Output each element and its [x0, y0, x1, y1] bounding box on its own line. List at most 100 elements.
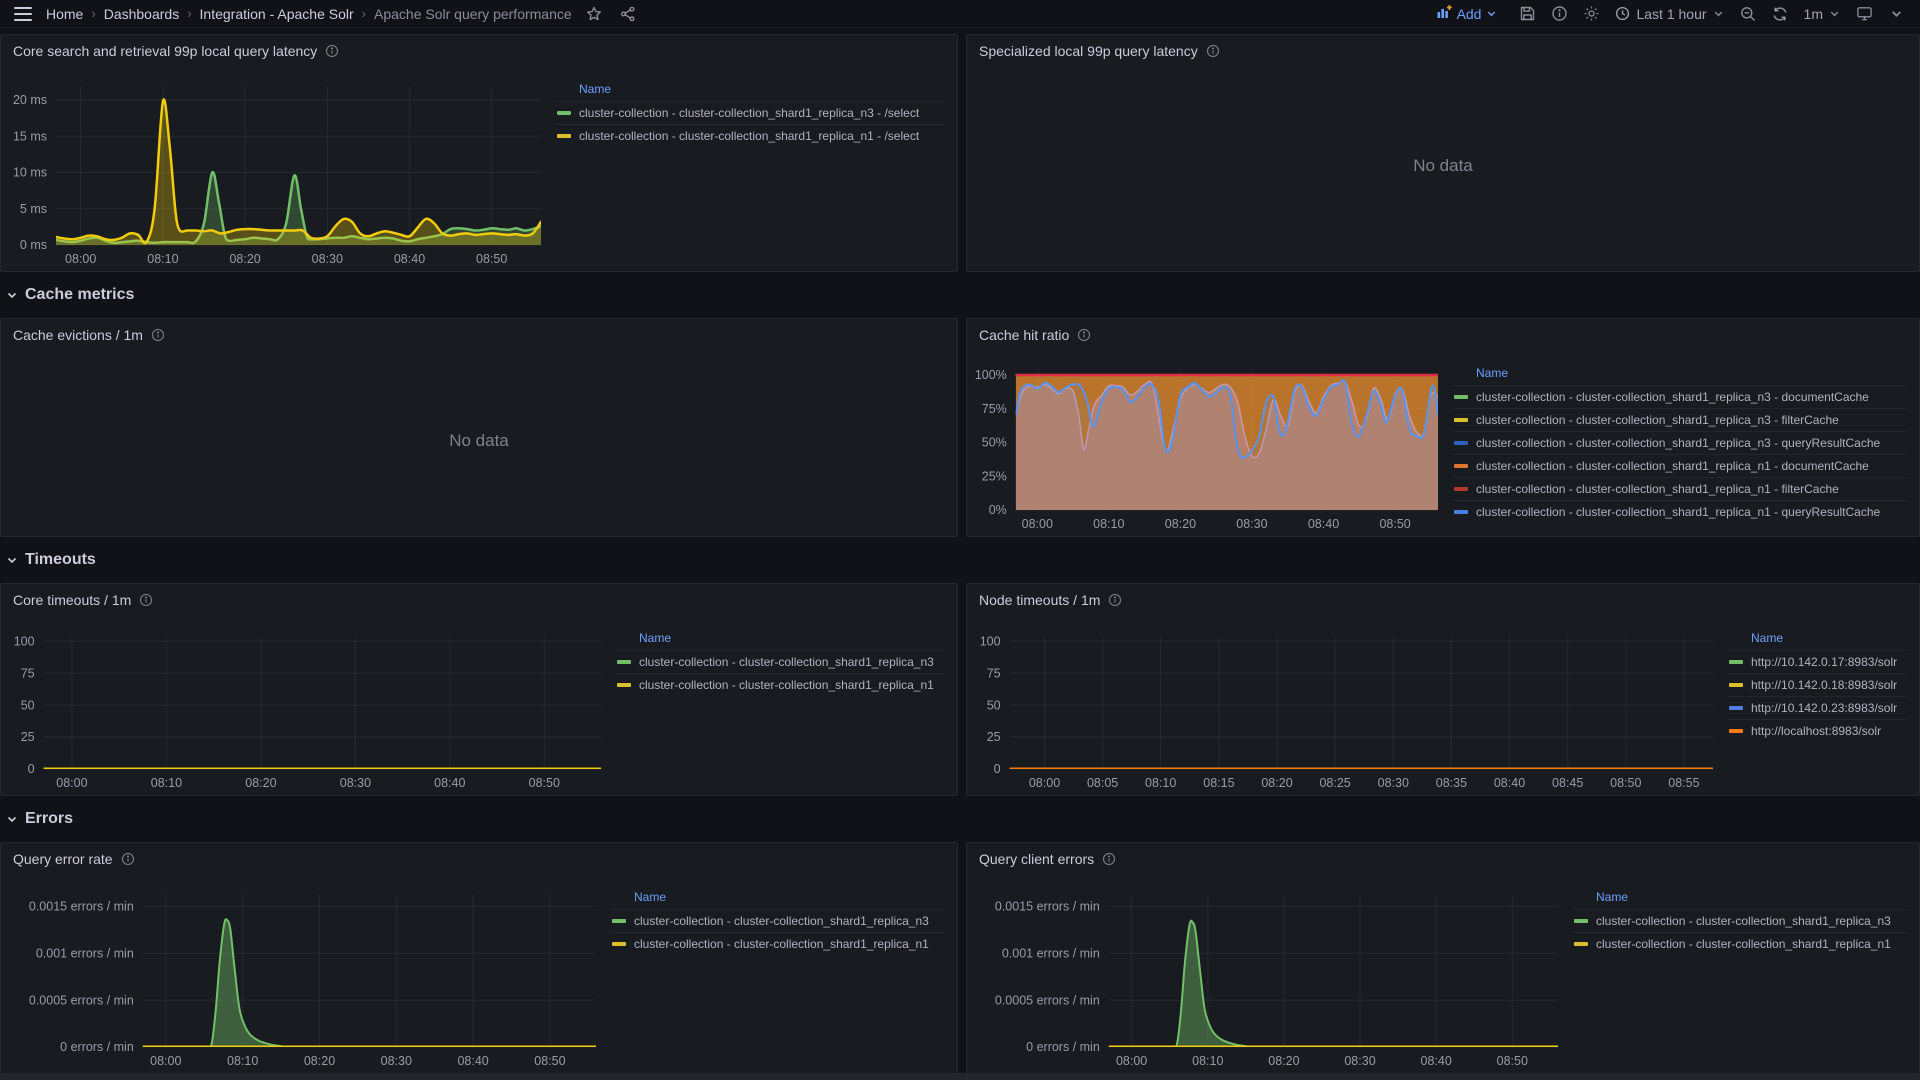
svg-text:08:00: 08:00 — [1116, 1054, 1147, 1068]
collapse-navbar-chevron-icon[interactable] — [1884, 2, 1908, 26]
panel-core-latency: Core search and retrieval 99p local quer… — [0, 34, 958, 272]
section-timeouts[interactable]: Timeouts — [6, 545, 1920, 575]
legend: Name cluster-collection - cluster-collec… — [549, 65, 949, 269]
panel-info-icon[interactable] — [151, 328, 165, 342]
node-timeouts-chart[interactable]: 0 25 50 75 100 08:00 08:05 08:10 08:15 08:20 08:25… — [975, 626, 1721, 793]
legend-item[interactable]: cluster-collection - cluster-collection_… — [555, 101, 945, 124]
breadcrumb-dashboards[interactable]: Dashboards — [104, 6, 180, 22]
refresh-interval-picker[interactable]: 1m — [1804, 6, 1840, 22]
section-cache-metrics[interactable]: Cache metrics — [6, 280, 1920, 310]
panel-title[interactable]: Cache evictions / 1m — [13, 327, 143, 343]
legend-item[interactable]: http://10.142.0.23:8983/solr — [1727, 696, 1907, 719]
save-dashboard-icon[interactable] — [1515, 2, 1539, 26]
legend-item[interactable]: http://localhost:8983/solr — [1727, 719, 1907, 742]
add-button[interactable]: Add — [1436, 4, 1498, 23]
core-timeouts-chart[interactable]: 0 25 50 75 100 08:00 08:10 08:20 08:30 08:40 08:50 — [9, 626, 609, 793]
query-error-rate-chart[interactable]: 0 errors / min 0.0005 errors / min 0.001 e… — [9, 885, 604, 1071]
legend-header[interactable]: Name — [1572, 887, 1907, 909]
legend-header[interactable]: Name — [615, 628, 945, 650]
svg-text:100%: 100% — [975, 368, 1007, 382]
legend-item[interactable]: cluster-collection - cluster-collection_… — [1572, 932, 1907, 955]
panel-info-icon[interactable] — [1108, 593, 1122, 607]
svg-text:0 errors / min: 0 errors / min — [1026, 1040, 1100, 1054]
cache-hit-ratio-chart[interactable]: 0% 25% 50% 75% 100% 08:00 08:10 08:20 08:30 08:40… — [975, 361, 1446, 534]
svg-text:08:50: 08:50 — [529, 776, 560, 790]
series-color-swatch — [557, 134, 571, 138]
legend-item[interactable]: cluster-collection - cluster-collection_… — [610, 932, 945, 955]
breadcrumb-folder[interactable]: Integration - Apache Solr — [200, 6, 354, 22]
panel-info-icon[interactable] — [1206, 44, 1220, 58]
dashboard-settings-icon[interactable] — [1579, 2, 1603, 26]
tv-mode-icon[interactable] — [1852, 2, 1876, 26]
svg-text:50: 50 — [987, 698, 1001, 712]
legend-header[interactable]: Name — [610, 887, 945, 909]
panel-info-icon[interactable] — [325, 44, 339, 58]
panel-title[interactable]: Node timeouts / 1m — [979, 592, 1100, 608]
legend-item[interactable]: cluster-collection - cluster-collection_… — [1452, 454, 1907, 477]
panel-title[interactable]: Query error rate — [13, 851, 113, 867]
section-errors[interactable]: Errors — [6, 804, 1920, 834]
core-latency-chart[interactable]: 0 ms 5 ms 10 ms 15 ms 20 ms 08:00 08:10 08:20 08… — [9, 77, 549, 269]
svg-text:08:55: 08:55 — [1668, 776, 1699, 790]
legend-item[interactable]: cluster-collection - cluster-collection_… — [1452, 500, 1907, 523]
svg-text:08:05: 08:05 — [1087, 776, 1118, 790]
legend-item[interactable]: cluster-collection - cluster-collection_… — [1452, 385, 1907, 408]
legend-item[interactable]: cluster-collection - cluster-collection_… — [615, 650, 945, 673]
panel-title[interactable]: Specialized local 99p query latency — [979, 43, 1198, 59]
svg-text:08:30: 08:30 — [312, 252, 343, 266]
svg-text:50: 50 — [21, 698, 35, 712]
time-range-picker[interactable]: Last 1 hour — [1615, 6, 1723, 22]
panel-info-icon[interactable] — [1077, 328, 1091, 342]
svg-text:0.0015 errors / min: 0.0015 errors / min — [29, 900, 134, 914]
legend-header[interactable]: Name — [555, 79, 945, 101]
legend-item[interactable]: cluster-collection - cluster-collection_… — [555, 124, 945, 147]
legend-item[interactable]: cluster-collection - cluster-collection_… — [1452, 477, 1907, 500]
menu-icon[interactable] — [10, 5, 36, 23]
svg-text:0: 0 — [28, 762, 35, 776]
legend-item[interactable]: http://10.142.0.17:8983/solr — [1727, 650, 1907, 673]
legend-item[interactable]: cluster-collection - cluster-collection_… — [1452, 408, 1907, 431]
legend-item[interactable]: cluster-collection - cluster-collection_… — [1452, 431, 1907, 454]
svg-text:5 ms: 5 ms — [20, 202, 47, 216]
panel-info-icon[interactable] — [1102, 852, 1116, 866]
svg-text:08:20: 08:20 — [245, 776, 276, 790]
svg-text:08:30: 08:30 — [1236, 517, 1267, 531]
svg-text:75: 75 — [21, 666, 35, 680]
legend-header[interactable]: Name — [1452, 363, 1907, 385]
panel-info-icon[interactable] — [139, 593, 153, 607]
legend-item[interactable]: http://10.142.0.18:8983/solr — [1727, 673, 1907, 696]
panel-title[interactable]: Query client errors — [979, 851, 1094, 867]
svg-text:0.001 errors / min: 0.001 errors / min — [36, 946, 134, 960]
query-client-errors-chart[interactable]: 0 errors / min 0.0005 errors / min 0.001 e… — [975, 885, 1566, 1071]
panel-cache-hit-ratio: Cache hit ratio 0% 25% 50% 75% 100% 08:00 08:1… — [966, 318, 1920, 537]
panel-title[interactable]: Core search and retrieval 99p local quer… — [13, 43, 317, 59]
svg-text:08:50: 08:50 — [1497, 1054, 1528, 1068]
legend-item[interactable]: cluster-collection - cluster-collection_… — [615, 673, 945, 696]
refresh-icon[interactable] — [1768, 2, 1792, 26]
zoom-out-time-icon[interactable] — [1736, 2, 1760, 26]
svg-text:08:20: 08:20 — [1268, 1054, 1299, 1068]
bottom-scrollbar-track[interactable] — [0, 1073, 1920, 1080]
breadcrumb-separator: › — [187, 6, 192, 21]
dashboard-insights-icon[interactable] — [1547, 2, 1571, 26]
panel-info-icon[interactable] — [121, 852, 135, 866]
breadcrumb-home[interactable]: Home — [46, 6, 83, 22]
svg-text:10 ms: 10 ms — [13, 166, 47, 180]
legend-item[interactable]: cluster-collection - cluster-collection_… — [1572, 909, 1907, 932]
breadcrumb-separator: › — [361, 6, 366, 21]
star-icon[interactable] — [582, 2, 606, 26]
panel-title[interactable]: Core timeouts / 1m — [13, 592, 131, 608]
panel-title[interactable]: Cache hit ratio — [979, 327, 1069, 343]
svg-text:25: 25 — [21, 730, 35, 744]
svg-text:08:30: 08:30 — [340, 776, 371, 790]
series-color-swatch — [612, 919, 626, 923]
svg-text:0 ms: 0 ms — [20, 238, 47, 252]
svg-text:15 ms: 15 ms — [13, 130, 47, 144]
legend-item[interactable]: cluster-collection - cluster-collection_… — [610, 909, 945, 932]
svg-text:08:00: 08:00 — [150, 1054, 181, 1068]
share-icon[interactable] — [616, 2, 640, 26]
legend-header[interactable]: Name — [1727, 628, 1907, 650]
breadcrumb-separator: › — [91, 6, 96, 21]
svg-text:08:30: 08:30 — [1378, 776, 1409, 790]
svg-text:08:20: 08:20 — [1165, 517, 1196, 531]
